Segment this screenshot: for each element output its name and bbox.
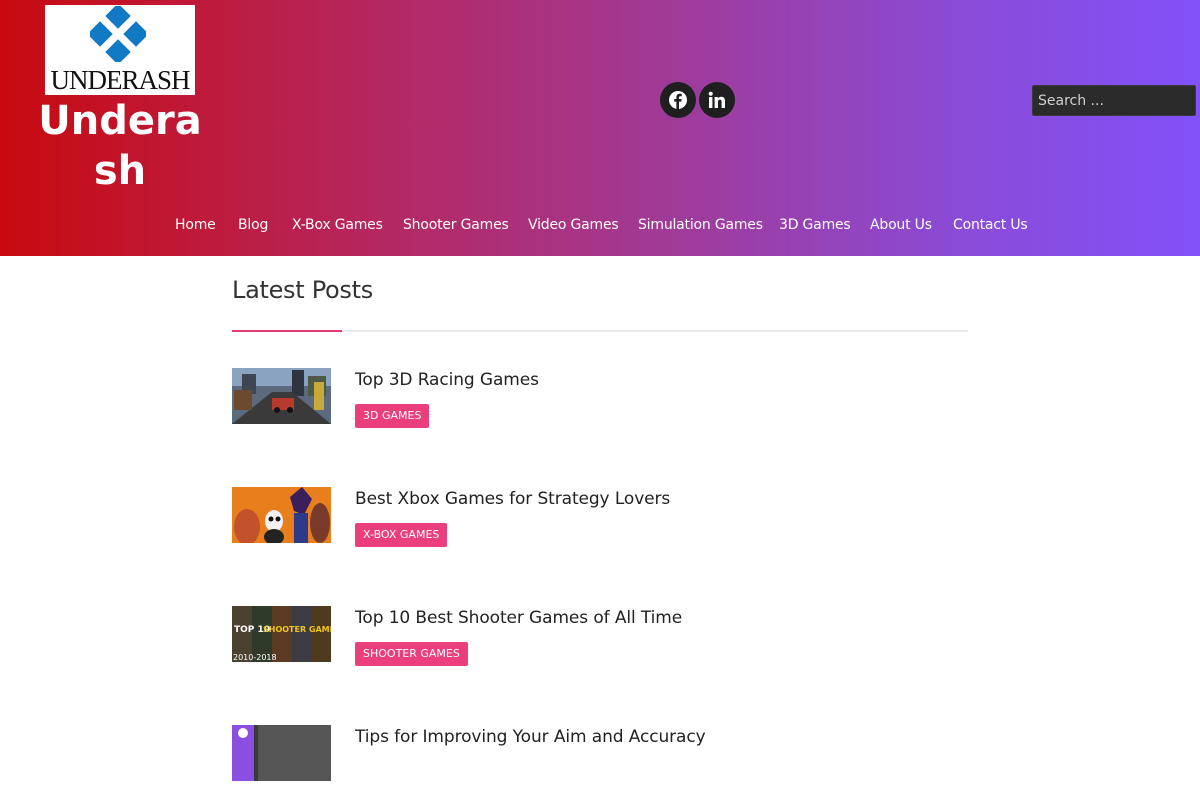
site-header: UNDERASH Underash Home Blog X-Box Games … bbox=[0, 0, 1200, 256]
nav-item-blog[interactable]: Blog bbox=[238, 217, 268, 233]
logo-diamond-icon bbox=[90, 6, 146, 62]
post-item: TOP 10 SHOOTER GAMES 2010-2018 Top 10 Be… bbox=[232, 606, 968, 666]
nav-item-about-us[interactable]: About Us bbox=[870, 217, 932, 233]
nav-item-x-box-games[interactable]: X-Box Games bbox=[292, 217, 383, 233]
section-divider-accent bbox=[232, 330, 342, 332]
latest-posts-heading: Latest Posts bbox=[232, 276, 373, 304]
racing-thumbnail-image bbox=[232, 368, 331, 424]
post-title[interactable]: Tips for Improving Your Aim and Accuracy bbox=[355, 727, 706, 747]
post-item: Top 3D Racing Games 3D GAMES bbox=[232, 368, 968, 428]
nav-item-home[interactable]: Home bbox=[175, 217, 216, 233]
site-title[interactable]: Underash bbox=[30, 96, 210, 196]
category-badge[interactable]: SHOOTER GAMES bbox=[355, 642, 468, 666]
post-title[interactable]: Best Xbox Games for Strategy Lovers bbox=[355, 489, 670, 509]
post-item: Best Xbox Games for Strategy Lovers X-BO… bbox=[232, 487, 968, 547]
section-divider bbox=[232, 330, 968, 332]
main-nav: Home Blog X-Box Games Shooter Games Vide… bbox=[0, 217, 1200, 239]
search-input[interactable] bbox=[1032, 85, 1196, 116]
post-thumbnail[interactable] bbox=[232, 725, 331, 781]
nav-item-3d-games[interactable]: 3D Games bbox=[779, 217, 851, 233]
post-thumbnail[interactable] bbox=[232, 487, 331, 543]
post-thumbnail[interactable] bbox=[232, 368, 331, 424]
post-item: Tips for Improving Your Aim and Accuracy bbox=[232, 725, 968, 785]
facebook-icon bbox=[669, 91, 687, 109]
post-title[interactable]: Top 3D Racing Games bbox=[355, 370, 539, 390]
thumbnail-shooter-text: SHOOTER GAMES bbox=[263, 625, 331, 634]
thumbnail-years-text: 2010-2018 bbox=[233, 653, 277, 662]
strategy-thumbnail-image bbox=[232, 487, 331, 543]
logo-text: UNDERASH bbox=[50, 65, 190, 95]
facebook-link[interactable] bbox=[660, 82, 696, 118]
nav-item-video-games[interactable]: Video Games bbox=[528, 217, 619, 233]
category-badge[interactable]: X-BOX GAMES bbox=[355, 523, 448, 547]
post-title[interactable]: Top 10 Best Shooter Games of All Time bbox=[355, 608, 682, 628]
site-logo[interactable]: UNDERASH bbox=[45, 5, 195, 95]
post-thumbnail[interactable]: TOP 10 SHOOTER GAMES 2010-2018 bbox=[232, 606, 331, 662]
category-badge[interactable]: 3D GAMES bbox=[355, 404, 430, 428]
linkedin-link[interactable] bbox=[699, 82, 735, 118]
shooter-thumbnail-image: TOP 10 SHOOTER GAMES 2010-2018 bbox=[232, 606, 331, 662]
nav-item-shooter-games[interactable]: Shooter Games bbox=[403, 217, 509, 233]
nav-item-contact-us[interactable]: Contact Us bbox=[953, 217, 1028, 233]
nav-item-simulation-games[interactable]: Simulation Games bbox=[638, 217, 763, 233]
aim-thumbnail-image bbox=[232, 725, 331, 781]
linkedin-icon bbox=[708, 91, 725, 108]
